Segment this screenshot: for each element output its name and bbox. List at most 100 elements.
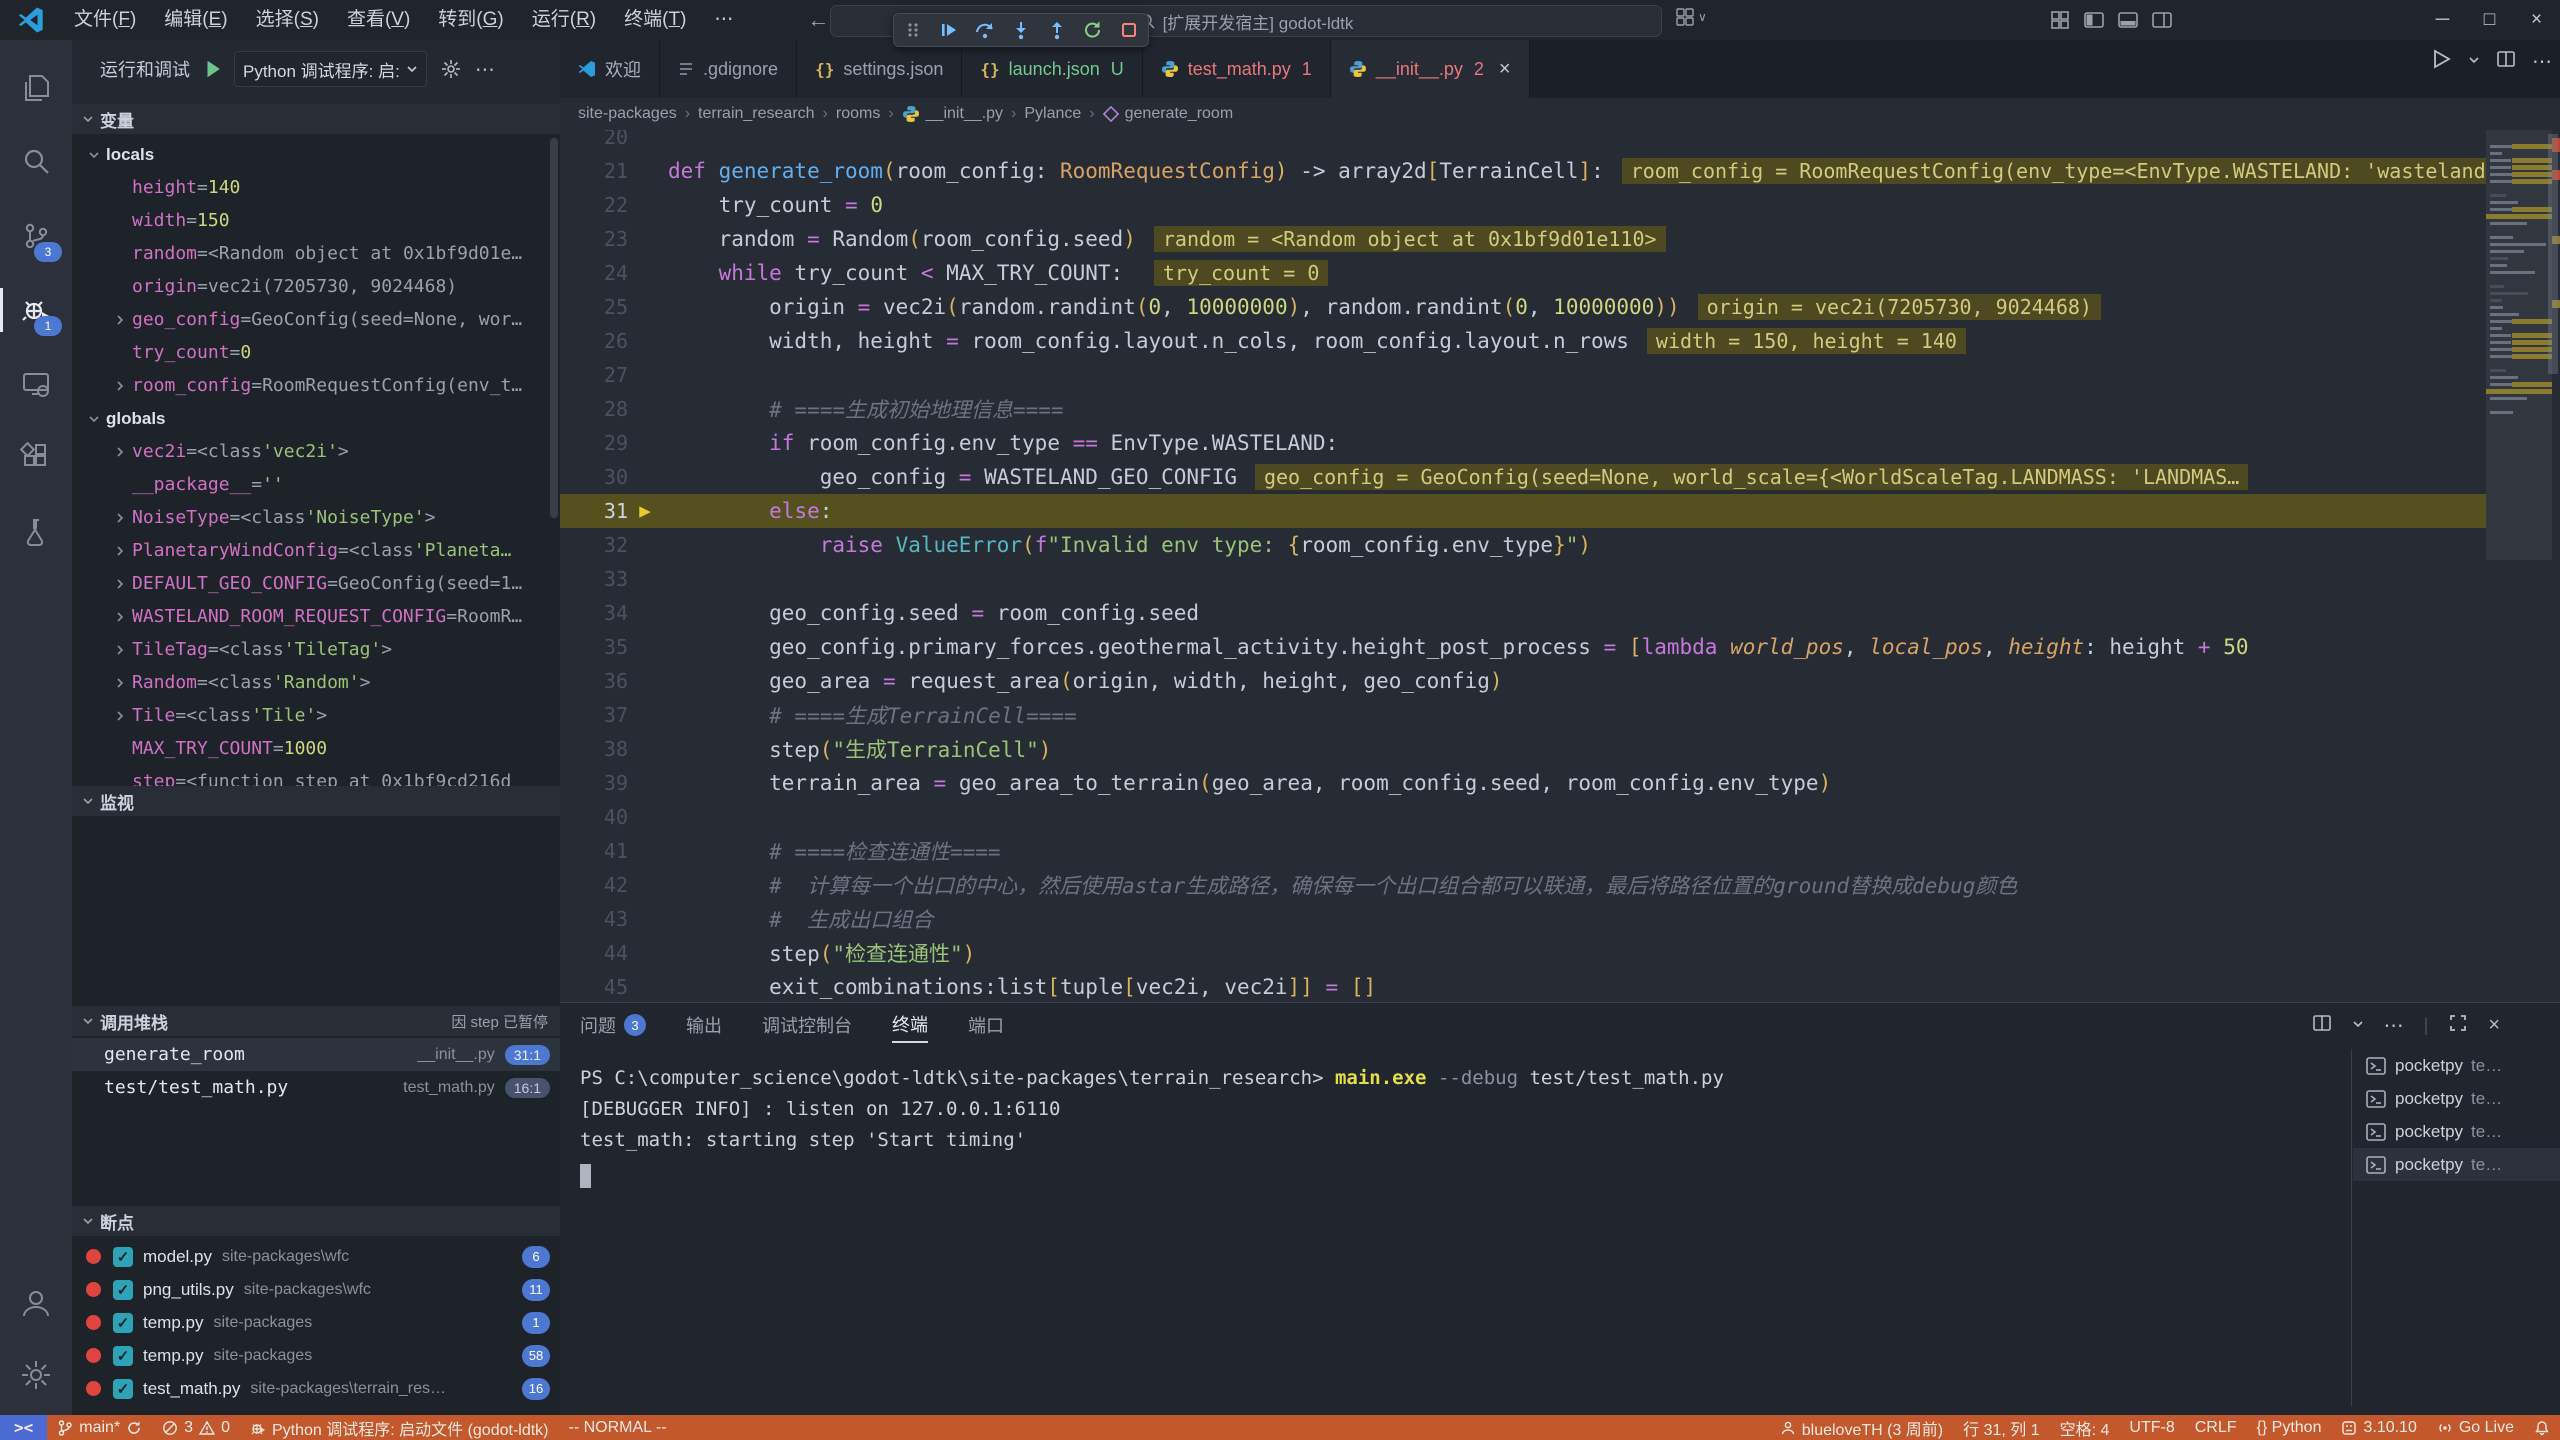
grid-icon[interactable] xyxy=(2043,0,2077,40)
panel-tab-终端[interactable]: 终端 xyxy=(892,1011,928,1043)
line-number[interactable]: 44 xyxy=(560,941,628,965)
menu-选择(S)[interactable]: 选择(S) xyxy=(242,0,333,40)
status-problems[interactable]: 30 xyxy=(152,1415,240,1440)
panel-tab-问题[interactable]: 问题3 xyxy=(580,1012,646,1042)
breakpoint-row[interactable]: ✓model.pysite-packages\wfc6 xyxy=(72,1240,560,1273)
breadcrumb-item[interactable]: Pylance xyxy=(1024,105,1081,123)
variable-origin[interactable]: origin = vec2i(7205730, 9024468) xyxy=(72,270,560,303)
line-number[interactable]: 42 xyxy=(560,873,628,897)
close-button[interactable]: × xyxy=(2513,0,2560,40)
status-go-live[interactable]: Go Live xyxy=(2427,1415,2524,1440)
layout-sidebar-left-icon[interactable] xyxy=(2077,0,2111,40)
maximize-panel-icon[interactable] xyxy=(2448,1013,2468,1038)
status-blame[interactable]: blueloveTH (3 周前) xyxy=(1770,1415,1953,1440)
close-tab-icon[interactable]: × xyxy=(1499,58,1511,81)
tab-欢迎[interactable]: 欢迎 xyxy=(560,40,660,98)
minimize-button[interactable]: ─ xyxy=(2419,0,2466,40)
split-panel-icon[interactable] xyxy=(2312,1013,2332,1038)
activity-account-icon[interactable] xyxy=(0,1275,72,1331)
line-number[interactable]: 38 xyxy=(560,737,628,761)
line-number[interactable]: 36 xyxy=(560,669,628,693)
activity-source-control-icon[interactable]: 3 xyxy=(0,208,72,264)
continue-icon[interactable] xyxy=(936,17,962,43)
activity-settings-gear-icon[interactable] xyxy=(0,1347,72,1403)
step-out-icon[interactable] xyxy=(1044,17,1070,43)
status-remote-indicator[interactable]: >< xyxy=(0,1415,47,1440)
code-editor[interactable]: 2021def generate_room(room_config: RoomR… xyxy=(560,130,2486,1002)
line-number[interactable]: 34 xyxy=(560,601,628,625)
variables-section-header[interactable]: 变量 xyxy=(72,104,560,134)
line-number[interactable]: 41 xyxy=(560,839,628,863)
line-number[interactable]: 43 xyxy=(560,907,628,931)
variable-random[interactable]: random = <Random object at 0x1bf9d01e… xyxy=(72,237,560,270)
line-number[interactable]: 33 xyxy=(560,567,628,591)
line-number[interactable]: 32 xyxy=(560,533,628,557)
debug-config-dropdown[interactable]: Python 调试程序: 启: xyxy=(234,51,427,87)
maximize-button[interactable]: □ xyxy=(2466,0,2513,40)
breakpoint-checkbox[interactable]: ✓ xyxy=(113,1313,133,1333)
variable-geo_config[interactable]: geo_config = GeoConfig(seed=None, wor… xyxy=(72,303,560,336)
breadcrumb-item[interactable]: site-packages xyxy=(578,105,677,123)
variable-MAX_TRY_COUNT[interactable]: MAX_TRY_COUNT = 1000 xyxy=(72,732,560,765)
breadcrumb[interactable]: site-packages›terrain_research›rooms›__i… xyxy=(560,98,2560,130)
status-debug-session[interactable]: Python 调试程序: 启动文件 (godot-ldtk) xyxy=(240,1415,559,1440)
close-icon[interactable]: × xyxy=(2488,1014,2500,1037)
start-debug-icon[interactable] xyxy=(202,58,224,80)
breakpoint-row[interactable]: ✓temp.pysite-packages1 xyxy=(72,1306,560,1339)
activity-testing-icon[interactable] xyxy=(0,504,72,560)
tab-launch.json[interactable]: {}launch.jsonU xyxy=(962,40,1142,98)
line-number[interactable]: 29 xyxy=(560,431,628,455)
panel-tab-端口[interactable]: 端口 xyxy=(968,1012,1004,1042)
variable-step[interactable]: step = <function step at 0x1bf9cd216d xyxy=(72,765,560,786)
breadcrumb-item[interactable]: __init__.py xyxy=(902,105,1003,123)
line-number[interactable]: 27 xyxy=(560,363,628,387)
scope-globals[interactable]: globals xyxy=(72,402,560,435)
line-number[interactable]: 24 xyxy=(560,261,628,285)
menu-转到(G)[interactable]: 转到(G) xyxy=(424,0,517,40)
editor-scrollbar[interactable] xyxy=(2548,134,2558,374)
line-number[interactable]: 21 xyxy=(560,159,628,183)
back-icon[interactable]: ← xyxy=(807,7,829,33)
status-notifications[interactable] xyxy=(2524,1415,2560,1440)
breadcrumb-item[interactable]: terrain_research xyxy=(698,105,815,123)
tab-test_math.py[interactable]: test_math.py1 xyxy=(1143,40,1331,98)
line-number[interactable]: 26 xyxy=(560,329,628,353)
breakpoint-checkbox[interactable]: ✓ xyxy=(113,1280,133,1300)
minimap[interactable] xyxy=(2486,130,2552,1002)
menu-文件(F)[interactable]: 文件(F) xyxy=(60,0,150,40)
variable-vec2i[interactable]: vec2i = <class 'vec2i'> xyxy=(72,435,560,468)
line-number[interactable]: 40 xyxy=(560,805,628,829)
stack-frame[interactable]: generate_room__init__.py31:1 xyxy=(72,1038,560,1071)
line-number[interactable]: 25 xyxy=(560,295,628,319)
menu-⋯[interactable]: ⋯ xyxy=(700,0,747,40)
watch-section-header[interactable]: 监视 xyxy=(72,786,560,816)
split-editor-icon[interactable] xyxy=(2496,49,2516,74)
breakpoint-row[interactable]: ✓png_utils.pysite-packages\wfc11 xyxy=(72,1273,560,1306)
variable-Random[interactable]: Random = <class 'Random'> xyxy=(72,666,560,699)
breadcrumb-item[interactable]: generate_room xyxy=(1103,105,1234,123)
variable-DEFAULT_GEO_CONFIG[interactable]: DEFAULT_GEO_CONFIG = GeoConfig(seed=1… xyxy=(72,567,560,600)
breakpoint-row[interactable]: ✓temp.pysite-packages58 xyxy=(72,1339,560,1372)
menu-编辑(E)[interactable]: 编辑(E) xyxy=(150,0,241,40)
step-into-icon[interactable] xyxy=(1008,17,1034,43)
tab-settings.json[interactable]: {}settings.json xyxy=(797,40,962,98)
breakpoint-checkbox[interactable]: ✓ xyxy=(113,1346,133,1366)
line-number[interactable]: 30 xyxy=(560,465,628,489)
variable-__package__[interactable]: __package__ = '' xyxy=(72,468,560,501)
chevron-down-icon[interactable] xyxy=(2468,53,2480,71)
variable-height[interactable]: height = 140 xyxy=(72,171,560,204)
breadcrumb-item[interactable]: rooms xyxy=(836,105,880,123)
status-python-version[interactable]: 3.10.10 xyxy=(2331,1415,2426,1440)
panel-tab-输出[interactable]: 输出 xyxy=(686,1012,722,1042)
variable-WASTELAND_ROOM_REQUEST_CONFIG[interactable]: WASTELAND_ROOM_REQUEST_CONFIG = RoomR… xyxy=(72,600,560,633)
status-cursor-position[interactable]: 行 31, 列 1 xyxy=(1953,1415,2049,1440)
more-icon[interactable]: ⋯ xyxy=(2384,1013,2404,1038)
variables-scrollbar[interactable] xyxy=(550,138,558,518)
variable-PlanetaryWindConfig[interactable]: PlanetaryWindConfig = <class 'Planeta… xyxy=(72,534,560,567)
line-number[interactable]: 22 xyxy=(560,193,628,217)
line-number[interactable]: 35 xyxy=(560,635,628,659)
menu-查看(V)[interactable]: 查看(V) xyxy=(333,0,424,40)
debug-gear-icon[interactable] xyxy=(441,59,461,79)
variable-room_config[interactable]: room_config = RoomRequestConfig(env_t… xyxy=(72,369,560,402)
tab-.gdignore[interactable]: .gdignore xyxy=(660,40,797,98)
